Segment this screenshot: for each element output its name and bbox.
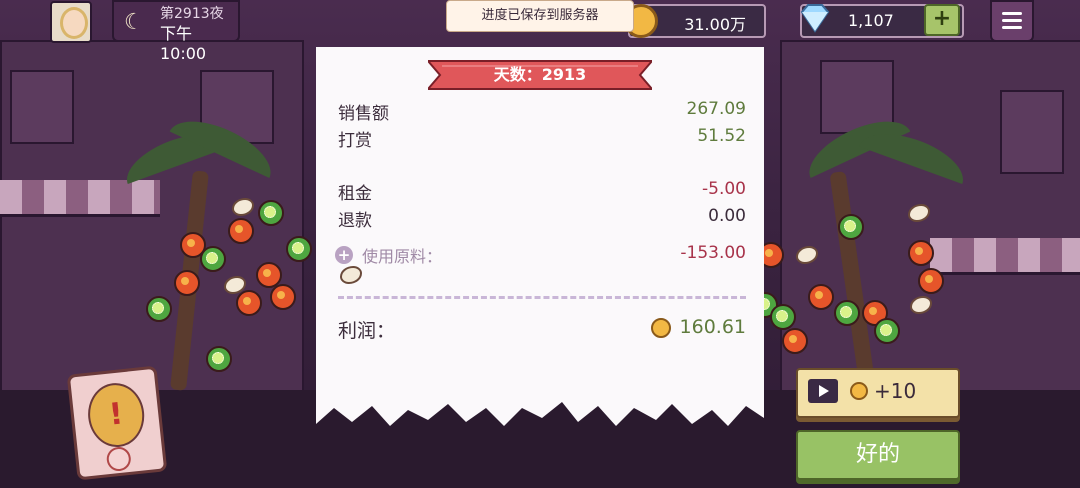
player-avatar[interactable]: [50, 1, 92, 43]
coin-balance: 31.00万: [624, 4, 766, 38]
tomato-slice-icon: [236, 290, 262, 316]
refund-label: 退款: [338, 211, 372, 231]
sales-value: 267.09: [686, 99, 746, 119]
add-gems-button[interactable]: +: [924, 4, 960, 36]
tomato-slice-icon: [270, 284, 296, 310]
jalapeno-slice-icon: [838, 214, 864, 240]
jalapeno-slice-icon: [146, 296, 172, 322]
gem-amount: 1,107: [848, 11, 894, 30]
rent-value: -5.00: [702, 179, 746, 199]
tips-label: 打赏: [338, 131, 372, 151]
jalapeno-slice-icon: [834, 300, 860, 326]
tomato-slice-icon: [918, 268, 944, 294]
jalapeno-slice-icon: [258, 200, 284, 226]
expand-materials-icon[interactable]: +: [335, 246, 353, 264]
sales-label: 销售额: [338, 104, 389, 124]
ok-button[interactable]: 好的: [796, 430, 960, 480]
refund-value: 0.00: [708, 206, 746, 226]
coin-amount: 31.00万: [684, 15, 746, 34]
save-toast: 进度已保存到服务器: [446, 0, 634, 32]
hamburger-icon: [1002, 12, 1022, 15]
tomato-slice-icon: [228, 218, 254, 244]
notification-dot: [105, 445, 132, 473]
jalapeno-slice-icon: [286, 236, 312, 262]
receipt-torn-edge: [316, 396, 764, 426]
shop-awning-right: [930, 238, 1080, 275]
night-clock-panel: ☾ 第2913夜 下午10:00: [112, 0, 240, 63]
receipt-divider: [338, 296, 746, 299]
profit-label: 利润：: [338, 320, 396, 342]
ad-reward-amount: +10: [874, 379, 917, 403]
tomato-slice-icon: [908, 240, 934, 266]
materials-value: -153.00: [680, 243, 746, 263]
tips-value: 51.52: [697, 126, 746, 146]
watch-ad-button[interactable]: +10: [796, 368, 960, 418]
video-play-icon: [808, 379, 838, 403]
profit-value: 160.61: [679, 316, 746, 338]
clock-time: 下午10:00: [160, 24, 207, 63]
moon-icon: ☾: [124, 10, 144, 35]
window: [10, 70, 74, 144]
jalapeno-slice-icon: [200, 246, 226, 272]
coin-icon: [651, 318, 671, 338]
shop-awning-left: [0, 180, 160, 217]
coin-icon: [850, 382, 868, 400]
tomato-slice-icon: [174, 270, 200, 296]
jalapeno-slice-icon: [206, 346, 232, 372]
tomato-slice-icon: [808, 284, 834, 310]
materials-label[interactable]: 使用原料：: [362, 243, 442, 267]
day-title: 天数：2913: [493, 65, 587, 84]
exclamation-icon: !: [107, 396, 125, 433]
jalapeno-slice-icon: [770, 304, 796, 330]
alert-card[interactable]: !: [66, 365, 168, 481]
jalapeno-slice-icon: [874, 318, 900, 344]
tomato-slice-icon: [782, 328, 808, 354]
rent-label: 租金: [338, 184, 372, 204]
diamond-icon: [800, 4, 830, 33]
window: [1000, 90, 1064, 174]
menu-button[interactable]: [990, 0, 1034, 42]
